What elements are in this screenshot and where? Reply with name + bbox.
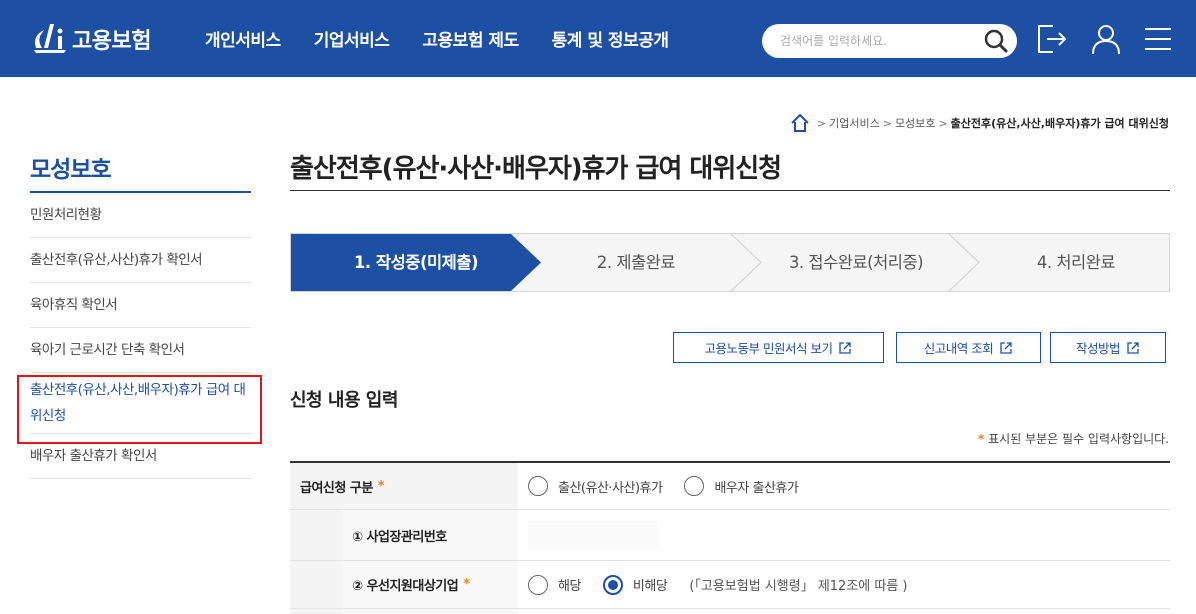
radio-maternity-leave-label[interactable]: 출산(유산·사산)휴가 <box>558 477 663 496</box>
step-1: 1. 작성중(미제출) <box>353 253 479 272</box>
sidebar-item-reduced-hours[interactable]: 육아기 근로시간 단축 확인서 <box>30 328 251 373</box>
workplace-number-input[interactable] <box>528 521 658 549</box>
nav-business-services[interactable]: 기업서비스 <box>314 26 390 51</box>
external-link-icon <box>1000 341 1012 354</box>
logout-icon[interactable] <box>1035 22 1069 56</box>
menu-icon[interactable] <box>1141 22 1175 56</box>
required-star: * <box>463 577 470 592</box>
active-item-highlight <box>17 375 262 444</box>
radio-spouse-leave-label[interactable]: 배우자 출산휴가 <box>714 477 798 496</box>
user-icon[interactable] <box>1089 22 1123 56</box>
page-title: 출산전후(유산·사산·배우자)휴가 급여 대위신청 <box>290 154 782 184</box>
nav-personal-services[interactable]: 개인서비스 <box>205 26 281 51</box>
search-box <box>762 24 1017 58</box>
external-link-icon <box>1127 341 1139 354</box>
main-nav: 개인서비스 기업서비스 고용보험 제도 통계 및 정보공개 <box>205 0 702 77</box>
next-row-label <box>342 609 518 614</box>
required-note: * 표시된 부분은 필수 입력사항입니다. <box>978 430 1169 447</box>
step-3: 3. 접수완료(처리중) <box>788 253 924 272</box>
nav-insurance-system[interactable]: 고용보험 제도 <box>422 26 519 51</box>
priority-company-text: ② 우선지원대상기업 <box>352 579 459 594</box>
row-group-indent <box>290 561 342 608</box>
external-link-icon <box>839 341 852 354</box>
priority-company-note: (「고용보험법 시행령」 제12조에 따름 ) <box>689 579 908 594</box>
logo-text: 고용보험 <box>72 29 151 54</box>
step-4: 4. 처리완료 <box>1036 253 1116 272</box>
view-forms-label: 고용노동부 민원서식 보기 <box>704 341 833 356</box>
required-note-text: 표시된 부분은 필수 입력사항입니다. <box>988 432 1169 446</box>
how-to-write-label: 작성방법 <box>1075 341 1121 356</box>
radio-not-applicable-label[interactable]: 비해당 <box>633 575 668 594</box>
application-type-options: 출산(유산·사산)휴가 배우자 출산휴가 <box>528 463 820 509</box>
home-icon[interactable] <box>790 113 810 133</box>
logo-mark-icon <box>34 24 66 53</box>
required-star: * <box>377 478 385 494</box>
breadcrumb-separator: > <box>938 116 948 130</box>
nav-statistics[interactable]: 통계 및 정보공개 <box>552 26 669 51</box>
title-divider <box>290 190 1170 191</box>
priority-company-label: ② 우선지원대상기업 * <box>342 561 518 608</box>
row-group-indent <box>290 510 342 560</box>
radio-maternity-leave[interactable] <box>528 476 548 496</box>
breadcrumb-separator: > <box>816 116 827 130</box>
application-type-text: 급여신청 구분 <box>300 480 373 496</box>
sidebar-item-status[interactable]: 민원처리현황 <box>30 193 251 238</box>
step-2: 2. 제출완료 <box>596 253 676 272</box>
breadcrumb-separator: > <box>882 116 892 130</box>
section-title: 신청 내용 입력 <box>290 390 398 411</box>
sidebar-title: 모성보호 <box>30 157 112 183</box>
radio-applicable-label[interactable]: 해당 <box>558 575 581 594</box>
top-header: 고용보험 개인서비스 기업서비스 고용보험 제도 통계 및 정보공개 <box>0 0 1196 77</box>
form-row-workplace-number: ① 사업장관리번호 <box>290 510 1170 561</box>
radio-applicable[interactable] <box>528 574 548 595</box>
logo[interactable]: 고용보험 <box>30 22 151 56</box>
workplace-number-cell <box>528 510 658 560</box>
search-icon[interactable] <box>983 29 1009 53</box>
form-row-application-type: 급여신청 구분 * 출산(유산·사산)휴가 배우자 출산휴가 <box>290 463 1170 510</box>
sidebar-item-maternity-confirmation[interactable]: 출산전후(유산,사산)휴가 확인서 <box>30 238 251 283</box>
sidebar-item-parental-leave[interactable]: 육아휴직 확인서 <box>30 283 251 328</box>
report-history-button[interactable]: 신고내역 조회 <box>896 332 1041 363</box>
priority-company-options: 해당 비해당 (「고용보험법 시행령」 제12조에 따름 ) <box>528 561 908 608</box>
required-star: * <box>978 432 985 446</box>
progress-steps: 1. 작성중(미제출) 2. 제출완료 3. 접수완료(처리중) 4. 처리완료 <box>290 233 1170 292</box>
form-row-priority-company: ② 우선지원대상기업 * 해당 비해당 (「고용보험법 시행령」 제12조에 따… <box>290 561 1170 609</box>
form-row-next <box>290 609 1170 614</box>
application-type-label: 급여신청 구분 * <box>290 463 518 509</box>
breadcrumb-current: 출산전후(유산,사산,배우자)휴가 급여 대위신청 <box>950 117 1169 130</box>
breadcrumb-item[interactable]: 모성보호 <box>895 115 935 131</box>
how-to-write-button[interactable]: 작성방법 <box>1050 332 1166 363</box>
radio-spouse-leave[interactable] <box>684 476 705 496</box>
view-forms-button[interactable]: 고용노동부 민원서식 보기 <box>673 332 884 363</box>
breadcrumb: > 기업서비스 > 모성보호 > 출산전후(유산,사산,배우자)휴가 급여 대위… <box>790 113 1169 133</box>
workplace-number-label: ① 사업장관리번호 <box>342 510 518 560</box>
report-history-label: 신고내역 조회 <box>923 341 994 356</box>
breadcrumb-item[interactable]: 기업서비스 <box>829 115 880 131</box>
search-input[interactable] <box>780 24 980 58</box>
radio-not-applicable[interactable] <box>602 574 623 595</box>
row-group-indent <box>290 609 342 614</box>
